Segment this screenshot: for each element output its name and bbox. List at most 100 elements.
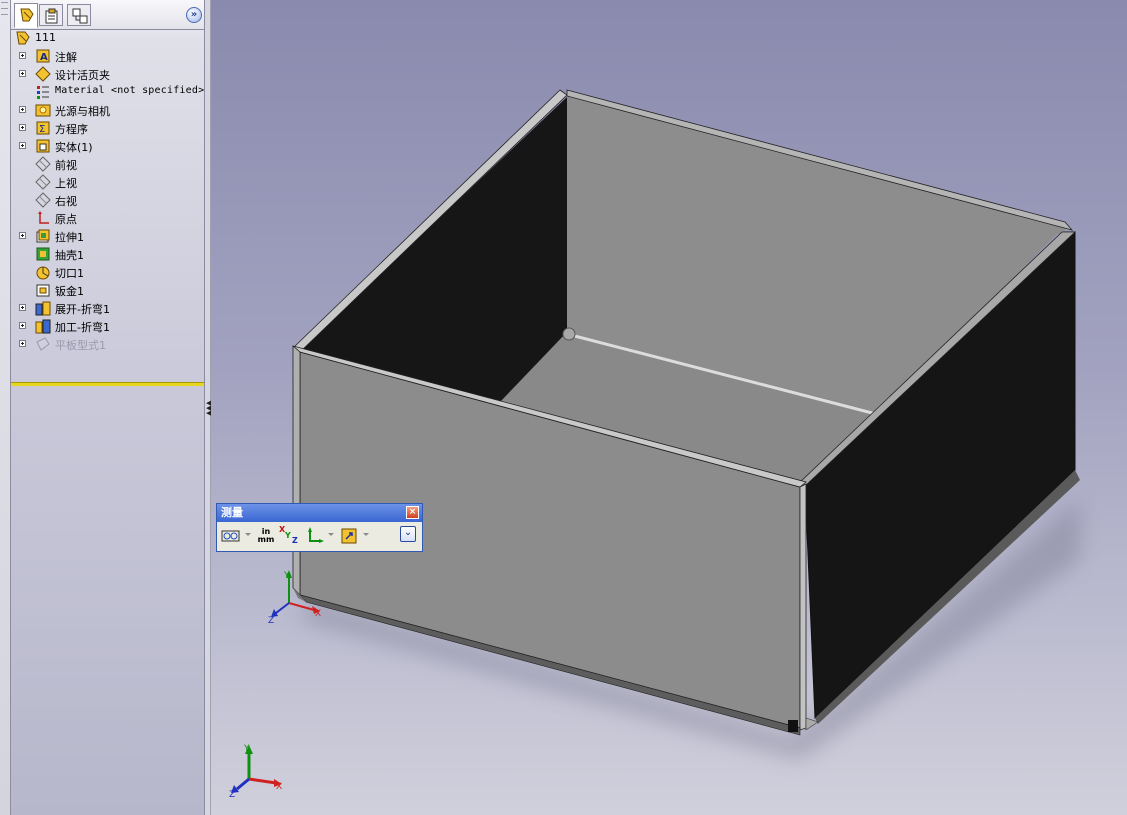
process-bends-icon — [35, 319, 51, 334]
view-triad-y-label: Y — [243, 744, 250, 754]
tree-item-label: 右视 — [55, 195, 77, 208]
chevron-down-icon[interactable] — [328, 533, 334, 536]
expand-plus-icon[interactable] — [19, 70, 26, 77]
bottom-corner-relief — [788, 720, 798, 732]
tree-item[interactable]: 拉伸1 — [11, 227, 204, 245]
measure-title-bar[interactable]: 测量 × — [217, 504, 422, 522]
tree-item[interactable]: 设计活页夹 — [11, 65, 204, 83]
tree-item[interactable]: 前视 — [11, 155, 204, 173]
flat-pattern-icon — [36, 337, 50, 351]
feature-manager-tab[interactable] — [14, 3, 38, 28]
property-manager-tab[interactable] — [39, 4, 63, 26]
tree-item-label: 实体(1) — [55, 141, 93, 154]
tree-item[interactable]: A 注解 — [11, 47, 204, 65]
view-triad-z-label: Z — [229, 790, 235, 800]
extrude-icon — [36, 229, 50, 243]
strip-tick — [1, 14, 8, 15]
strip-tick — [1, 2, 8, 3]
tree-item[interactable]: 切口1 — [11, 263, 204, 281]
chevron-down-icon[interactable] — [245, 533, 251, 536]
tree-item[interactable]: 展开-折弯1 — [11, 299, 204, 317]
tree-item-label: 设计活页夹 — [55, 69, 110, 82]
left-inner-wall[interactable] — [300, 97, 567, 404]
svg-text:Σ: Σ — [39, 124, 45, 135]
model-triad-z-label: Z — [268, 616, 274, 626]
configuration-manager-icon — [72, 8, 88, 24]
arc-circle-measurement-icon[interactable] — [221, 526, 241, 546]
tree-item-label: 拉伸1 — [55, 231, 84, 244]
expand-plus-icon[interactable] — [19, 322, 26, 329]
flatten-bends-icon — [35, 301, 51, 316]
expand-plus-icon[interactable] — [19, 106, 26, 113]
left-dock-strip — [0, 0, 11, 815]
show-xyz-button[interactable]: X Y Z — [278, 525, 300, 546]
tree-item-label: 展开-折弯1 — [55, 303, 110, 316]
view-triad-x-label: X — [276, 782, 282, 792]
feature-tree-icon — [20, 8, 34, 22]
tree-item-label: 平板型式1 — [55, 339, 106, 352]
tree-item[interactable]: 抽壳1 — [11, 245, 204, 263]
tree-item[interactable]: Material <not specified> — [11, 83, 204, 101]
measure-toolbar: in mm X Y Z ⌄ — [217, 522, 422, 551]
tree-item-label: 钣金1 — [55, 285, 84, 298]
tree-item[interactable]: 实体(1) — [11, 137, 204, 155]
point-to-point-icon[interactable] — [305, 526, 325, 546]
tree-item-label: 方程序 — [55, 123, 88, 136]
view-orientation-triad[interactable] — [231, 745, 282, 793]
rollback-bar[interactable] — [11, 382, 204, 386]
units-precision-button[interactable]: in mm — [257, 528, 275, 548]
expand-plus-icon[interactable] — [19, 52, 26, 59]
corner-seam — [799, 483, 807, 731]
tree-item-label: Material <not specified> — [55, 85, 205, 96]
model-scene: Y X Z Y X Z — [229, 89, 1080, 800]
expand-panel-icon[interactable]: » — [186, 7, 202, 23]
tree-item[interactable]: 钣金1 — [11, 281, 204, 299]
expand-plus-icon[interactable] — [19, 142, 26, 149]
property-manager-icon — [45, 8, 58, 24]
panel-tab-bar: » — [11, 0, 204, 30]
tree-item[interactable]: 上视 — [11, 173, 204, 191]
tree-item[interactable]: 原点 — [11, 209, 204, 227]
lights-cameras-icon — [35, 104, 51, 117]
tree-item[interactable]: Σ 方程序 — [11, 119, 204, 137]
expand-plus-icon[interactable] — [19, 304, 26, 311]
units-mm-label: mm — [257, 535, 275, 544]
plane-icon — [35, 156, 51, 172]
solid-bodies-icon — [36, 139, 50, 153]
expand-plus-icon[interactable] — [19, 124, 26, 131]
part-icon — [16, 31, 30, 45]
corner-vertex[interactable] — [562, 327, 576, 341]
tree-root-label: 111 — [35, 31, 56, 44]
tree-item[interactable]: 光源与相机 — [11, 101, 204, 119]
coordinate-system-select-icon[interactable] — [340, 526, 360, 546]
measure-title: 测量 — [221, 506, 243, 519]
expand-dialog-icon[interactable]: ⌄ — [400, 526, 416, 542]
expand-plus-icon[interactable] — [19, 232, 26, 239]
tree-item-label: 前视 — [55, 159, 77, 172]
configuration-manager-tab[interactable] — [67, 4, 91, 26]
tree-item-label: 切口1 — [55, 267, 84, 280]
graphics-viewport[interactable]: Y X Z Y X Z — [211, 0, 1127, 815]
sheet-metal-icon — [36, 284, 50, 297]
tree-item[interactable]: 右视 — [11, 191, 204, 209]
chevron-down-icon[interactable] — [363, 533, 369, 536]
expand-plus-icon[interactable] — [19, 340, 26, 347]
origin-icon — [38, 211, 49, 224]
tree-item[interactable]: 平板型式1 — [11, 335, 204, 353]
tree-item-label: 光源与相机 — [55, 105, 110, 118]
close-icon[interactable]: × — [406, 506, 419, 519]
tree-root[interactable]: 111 — [11, 29, 204, 47]
tree-item-label: 加工-折弯1 — [55, 321, 110, 334]
annotations-icon: A — [36, 49, 50, 63]
svg-text:A: A — [40, 52, 48, 63]
design-binder-icon — [35, 66, 51, 82]
tree-item-label: 注解 — [55, 51, 77, 64]
tree-item-label: 上视 — [55, 177, 77, 190]
tree-item-label: 原点 — [55, 213, 77, 226]
tree-item-label: 抽壳1 — [55, 249, 84, 262]
front-left-edge — [292, 345, 301, 596]
plane-icon — [35, 174, 51, 190]
tree-item[interactable]: 加工-折弯1 — [11, 317, 204, 335]
shell-icon — [36, 247, 50, 261]
measure-dialog: 测量 × in mm X Y Z ⌄ — [216, 503, 423, 552]
